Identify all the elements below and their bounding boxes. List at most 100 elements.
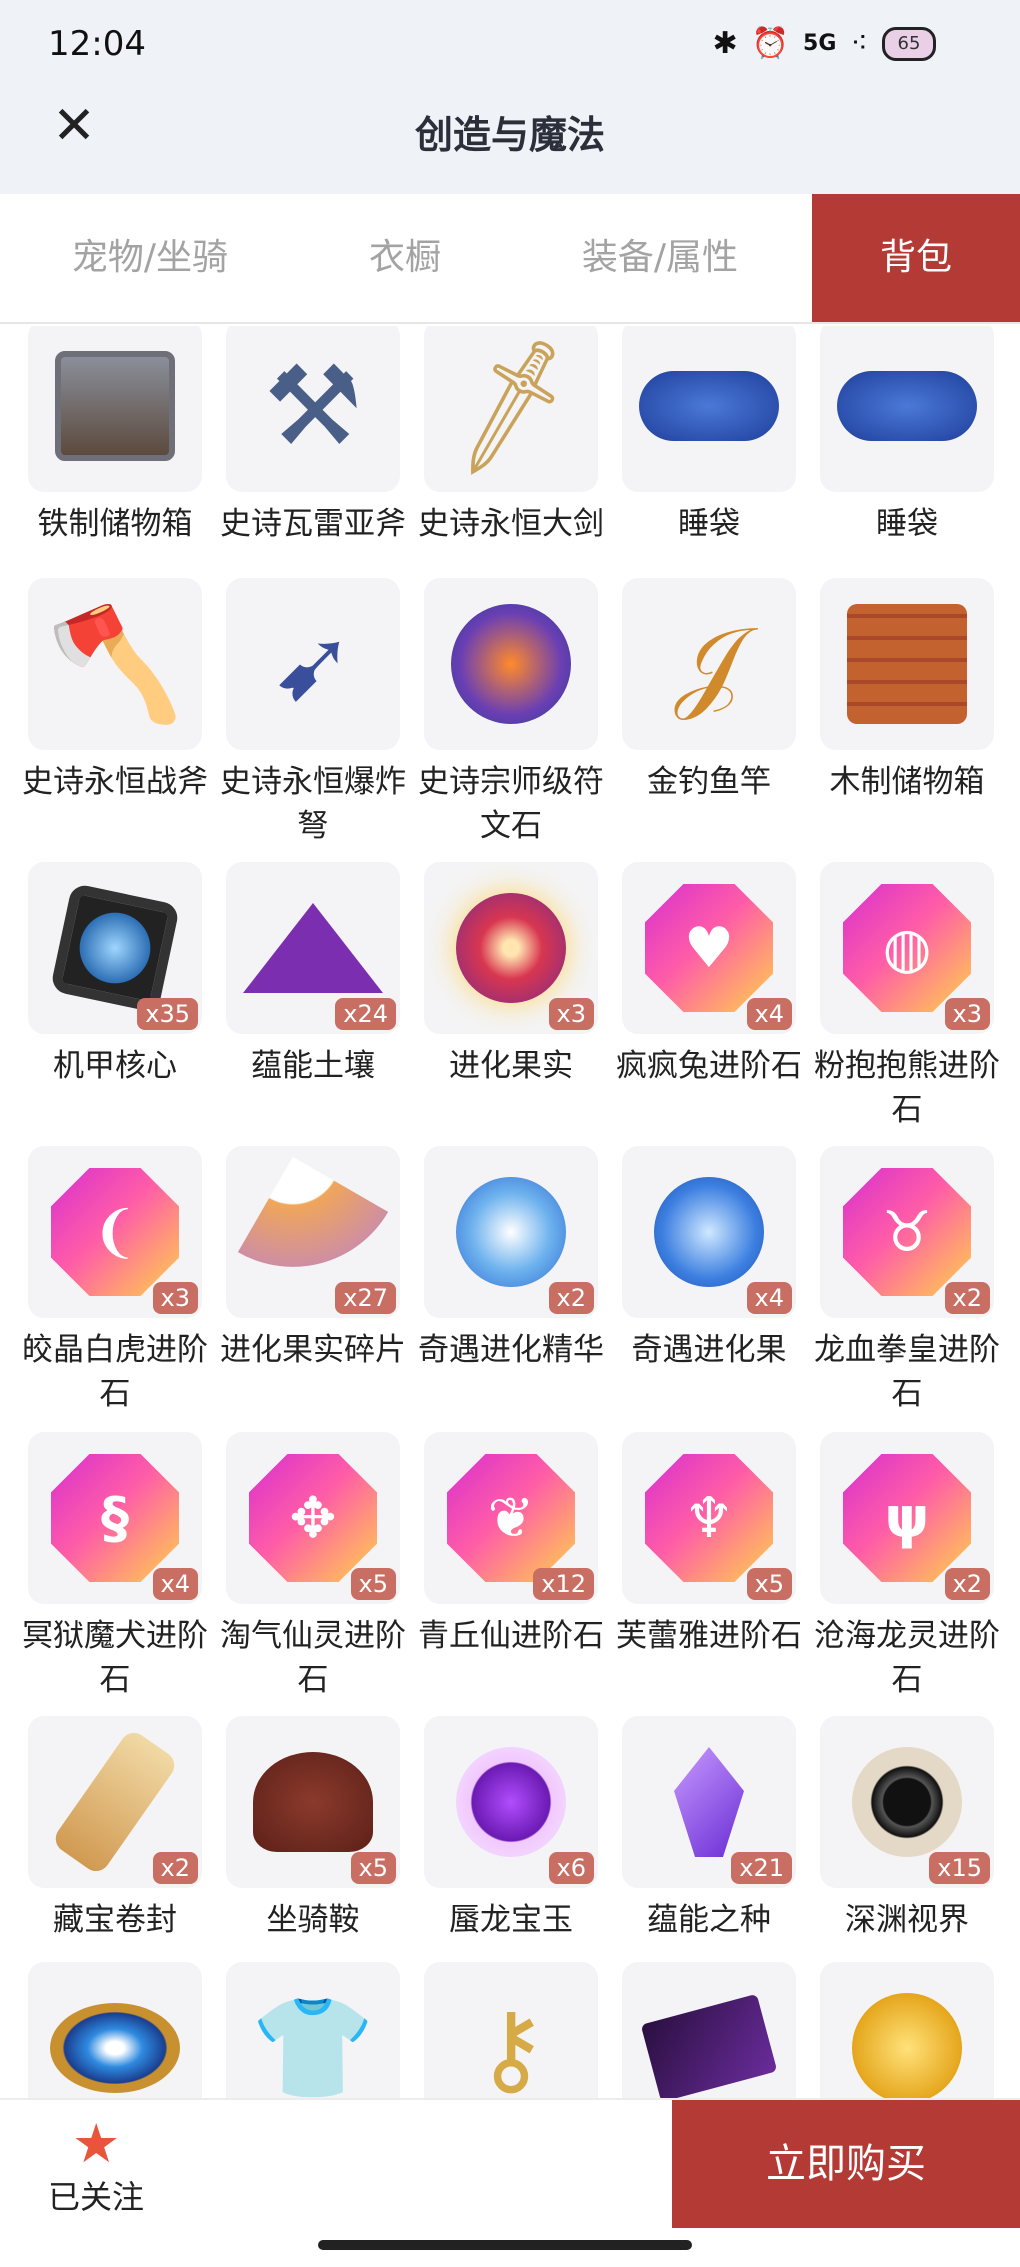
- item-count-badge: x27: [335, 1282, 396, 1314]
- item-thumbnail[interactable]: [820, 326, 994, 492]
- item-thumbnail[interactable]: 🗡: [424, 326, 598, 492]
- item-thumbnail[interactable]: ♥ x4: [622, 862, 796, 1034]
- backpack-item[interactable]: ♥ x4 疯疯兔进阶石: [616, 862, 802, 1088]
- buy-now-button[interactable]: 立即购买: [672, 2100, 1020, 2228]
- tab-pets-mounts[interactable]: 宠物/坐骑: [0, 194, 300, 322]
- item-thumbnail[interactable]: ♆ x5: [622, 1432, 796, 1604]
- backpack-item[interactable]: ψ x2 沧海龙灵进阶石: [814, 1432, 1000, 1702]
- backpack-item[interactable]: ◍ x3 粉抱抱熊进阶石: [814, 862, 1000, 1132]
- item-thumbnail[interactable]: x3: [424, 862, 598, 1034]
- item-thumbnail[interactable]: [424, 578, 598, 750]
- item-label: 进化果实: [449, 1048, 573, 1084]
- item-thumbnail[interactable]: ♉ x2: [820, 1146, 994, 1318]
- item-thumbnail[interactable]: x15: [820, 1716, 994, 1888]
- bluetooth-icon: ✱: [712, 26, 738, 61]
- item-thumbnail[interactable]: x27: [226, 1146, 400, 1318]
- star-icon[interactable]: ★: [72, 2112, 120, 2175]
- backpack-item[interactable]: 睡袋: [622, 326, 796, 546]
- eye-crest-icon: [50, 2003, 180, 2093]
- item-label: 坐骑鞍: [266, 1902, 360, 1938]
- backpack-item[interactable]: x2 藏宝卷封: [28, 1716, 202, 1942]
- backpack-item[interactable]: [622, 1962, 796, 2098]
- item-label: 睡袋: [678, 506, 740, 542]
- item-thumbnail[interactable]: ✥ x5: [226, 1432, 400, 1604]
- fruit-shard-icon: [237, 1156, 389, 1308]
- backpack-item[interactable]: [820, 1962, 994, 2098]
- item-thumbnail[interactable]: x2: [424, 1146, 598, 1318]
- backpack-item[interactable]: 🗡 史诗永恒大剑: [418, 326, 604, 546]
- item-thumbnail[interactable]: § x4: [28, 1432, 202, 1604]
- item-label: 淘气仙灵进阶石: [220, 1618, 406, 1698]
- item-thumbnail[interactable]: x2: [28, 1716, 202, 1888]
- gem-egg-icon: ◍: [843, 884, 971, 1012]
- item-count-badge: x3: [944, 998, 990, 1030]
- item-label: 机甲核心: [53, 1048, 177, 1084]
- item-thumbnail[interactable]: ❨ x3: [28, 1146, 202, 1318]
- tab-equipment[interactable]: 装备/属性: [510, 194, 810, 322]
- backpack-item[interactable]: ⚷: [424, 1962, 598, 2098]
- item-count-badge: x6: [548, 1852, 594, 1884]
- item-thumbnail[interactable]: x6: [424, 1716, 598, 1888]
- item-thumbnail[interactable]: ◍ x3: [820, 862, 994, 1034]
- item-thumbnail[interactable]: [28, 1962, 202, 2098]
- backpack-item[interactable]: x27 进化果实碎片: [220, 1146, 406, 1372]
- alarm-icon: ⏰: [751, 26, 790, 61]
- item-count-badge: x4: [152, 1568, 198, 1600]
- backpack-item[interactable]: ♆ x5 芙蕾雅进阶石: [616, 1432, 802, 1658]
- backpack-item[interactable]: ❦ x12 青丘仙进阶石: [418, 1432, 604, 1658]
- backpack-item[interactable]: § x4 冥狱魔犬进阶石: [22, 1432, 208, 1702]
- backpack-item[interactable]: x5 坐骑鞍: [226, 1716, 400, 1942]
- backpack-item[interactable]: x6 蜃龙宝玉: [424, 1716, 598, 1942]
- backpack-item[interactable]: [28, 1962, 202, 2098]
- backpack-item[interactable]: x15 深渊视界: [820, 1716, 994, 1942]
- backpack-item[interactable]: 木制储物箱: [820, 578, 994, 804]
- epic-axe-icon: ⚒: [263, 342, 363, 470]
- item-thumbnail[interactable]: [622, 1962, 796, 2098]
- item-thumbnail[interactable]: ⚒: [226, 326, 400, 492]
- tab-backpack[interactable]: 背包: [812, 194, 1020, 322]
- item-thumbnail[interactable]: 👕: [226, 1962, 400, 2098]
- item-label: 沧海龙灵进阶石: [814, 1618, 1000, 1698]
- backpack-item[interactable]: ❨ x3 皎晶白虎进阶石: [22, 1146, 208, 1416]
- item-thumbnail[interactable]: ψ x2: [820, 1432, 994, 1604]
- dark-scroll-icon: [640, 1993, 778, 2098]
- item-thumbnail[interactable]: [622, 326, 796, 492]
- item-thumbnail[interactable]: x35: [28, 862, 202, 1034]
- backpack-item[interactable]: x3 进化果实: [424, 862, 598, 1088]
- backpack-item[interactable]: ✥ x5 淘气仙灵进阶石: [220, 1432, 406, 1702]
- backpack-item[interactable]: 史诗宗师级符文石: [418, 578, 604, 848]
- item-thumbnail[interactable]: x24: [226, 862, 400, 1034]
- item-count-badge: x21: [731, 1852, 792, 1884]
- backpack-item[interactable]: x24 蕴能土壤: [226, 862, 400, 1088]
- item-thumbnail[interactable]: 𝒥: [622, 578, 796, 750]
- item-thumbnail[interactable]: ❦ x12: [424, 1432, 598, 1604]
- backpack-item[interactable]: ♉ x2 龙血拳皇进阶石: [814, 1146, 1000, 1416]
- backpack-item[interactable]: 𝒥 金钓鱼竿: [622, 578, 796, 804]
- follow-label[interactable]: 已关注: [48, 2172, 144, 2218]
- backpack-item[interactable]: x21 蕴能之种: [622, 1716, 796, 1942]
- item-thumbnail[interactable]: [28, 326, 202, 492]
- epic-greatsword-icon: 🗡: [426, 326, 595, 486]
- backpack-item[interactable]: ➹ 史诗永恒爆炸弩: [220, 578, 406, 848]
- item-thumbnail[interactable]: x5: [226, 1716, 400, 1888]
- item-thumbnail[interactable]: 🪓: [28, 578, 202, 750]
- gem-claw-icon: ❨: [51, 1168, 179, 1296]
- backpack-item[interactable]: 👕: [226, 1962, 400, 2098]
- item-label: 史诗瓦雷亚斧: [220, 506, 406, 542]
- item-thumbnail[interactable]: x21: [622, 1716, 796, 1888]
- item-thumbnail[interactable]: [820, 578, 994, 750]
- rune-stone-icon: [451, 604, 571, 724]
- item-thumbnail[interactable]: x4: [622, 1146, 796, 1318]
- backpack-item[interactable]: ⚒ 史诗瓦雷亚斧: [220, 326, 406, 546]
- backpack-item[interactable]: x2 奇遇进化精华: [418, 1146, 604, 1372]
- backpack-item[interactable]: x35 机甲核心: [28, 862, 202, 1088]
- backpack-item[interactable]: 睡袋: [820, 326, 994, 546]
- tab-wardrobe[interactable]: 衣橱: [300, 194, 510, 322]
- backpack-item[interactable]: 🪓 史诗永恒战斧: [22, 578, 208, 804]
- backpack-item[interactable]: x4 奇遇进化果: [622, 1146, 796, 1372]
- item-thumbnail[interactable]: ➹: [226, 578, 400, 750]
- backpack-item[interactable]: 铁制储物箱: [28, 326, 202, 546]
- item-thumbnail[interactable]: ⚷: [424, 1962, 598, 2098]
- sleeping-bag-icon: [639, 371, 779, 441]
- item-thumbnail[interactable]: [820, 1962, 994, 2098]
